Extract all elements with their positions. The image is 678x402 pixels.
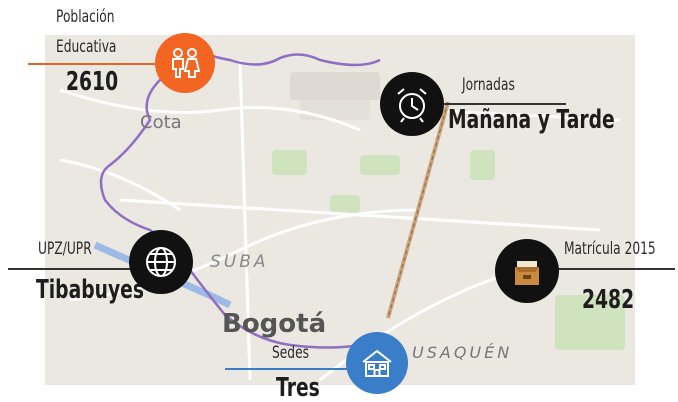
matricula-value: 2482 bbox=[582, 285, 635, 315]
poblacion-label-line2: Educativa bbox=[56, 37, 117, 57]
place-bogota: Bogotá bbox=[222, 309, 326, 339]
map-canvas: Cota SUBA Bogotá USAQUÉN bbox=[45, 35, 635, 385]
alarm-clock-icon bbox=[380, 72, 444, 136]
place-cota: Cota bbox=[140, 112, 182, 133]
poblacion-label-line1: Población bbox=[56, 7, 115, 27]
jornadas-label: Jornadas bbox=[462, 75, 515, 95]
building-icon bbox=[346, 332, 408, 394]
sedes-label: Sedes bbox=[272, 343, 309, 363]
file-box-icon bbox=[495, 239, 559, 303]
poblacion-value: 2610 bbox=[66, 67, 119, 97]
place-suba: SUBA bbox=[210, 252, 269, 272]
matricula-label: Matrícula 2015 bbox=[564, 239, 656, 259]
sedes-value: Tres bbox=[276, 373, 320, 402]
infographic-map: Cota SUBA Bogotá USAQUÉN Población Educa… bbox=[0, 0, 678, 402]
place-usaquen: USAQUÉN bbox=[412, 343, 512, 362]
upz-value: Tibabuyes bbox=[36, 275, 144, 305]
globe-icon bbox=[129, 230, 193, 294]
upz-label: UPZ/UPR bbox=[38, 239, 92, 259]
people-icon bbox=[155, 33, 215, 93]
jornadas-value: Mañana y Tarde bbox=[448, 105, 615, 135]
